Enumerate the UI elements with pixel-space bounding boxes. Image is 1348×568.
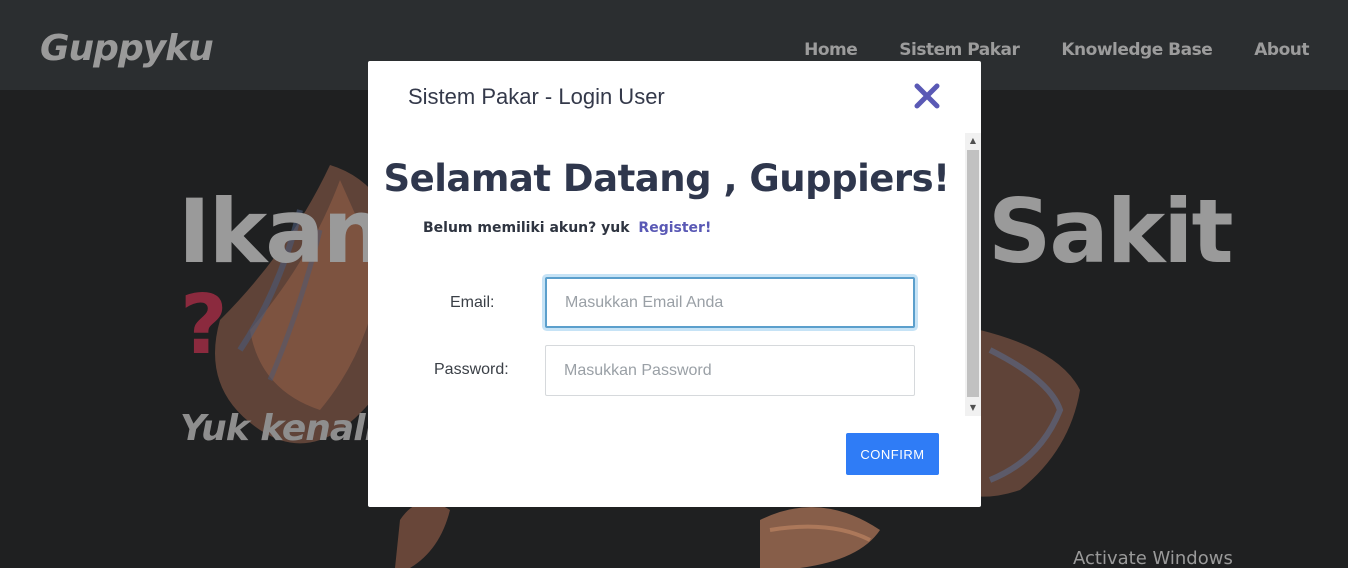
- brand-logo[interactable]: Guppyku: [40, 28, 214, 69]
- scroll-up-arrow-icon[interactable]: ▲: [965, 133, 981, 149]
- hero-title-left: Ikan: [178, 180, 385, 283]
- hero-question-mark: ?: [180, 278, 228, 373]
- password-label: Password:: [434, 361, 509, 378]
- welcome-heading: Selamat Datang , Guppiers!: [383, 157, 950, 200]
- register-prompt: Belum memiliki akun? yuk Register!: [423, 220, 711, 236]
- nav-link-home[interactable]: Home: [804, 40, 858, 60]
- nav-link-sistem-pakar[interactable]: Sistem Pakar: [899, 40, 1020, 60]
- hero-title-right: Sakit: [988, 180, 1234, 283]
- password-field[interactable]: [545, 345, 915, 396]
- modal-body: Selamat Datang , Guppiers! Belum memilik…: [368, 133, 981, 416]
- scroll-down-arrow-icon[interactable]: ▼: [965, 400, 981, 416]
- nav-link-about[interactable]: About: [1254, 40, 1309, 60]
- nav-links: Home Sistem Pakar Knowledge Base About: [804, 40, 1309, 60]
- register-prompt-text: Belum memiliki akun? yuk: [423, 220, 630, 236]
- scroll-thumb[interactable]: [967, 150, 979, 397]
- hero-title: Ikan Sakit: [178, 188, 1234, 276]
- login-modal: Sistem Pakar - Login User Selamat Datang…: [368, 61, 981, 507]
- close-icon[interactable]: [912, 81, 942, 111]
- modal-title: Sistem Pakar - Login User: [408, 84, 665, 109]
- activate-windows-watermark: Activate Windows: [1073, 548, 1233, 568]
- modal-scrollbar[interactable]: ▲ ▼: [965, 133, 981, 416]
- nav-link-knowledge-base[interactable]: Knowledge Base: [1061, 40, 1212, 60]
- register-link[interactable]: Register!: [638, 220, 711, 236]
- confirm-button[interactable]: CONFIRM: [846, 433, 939, 475]
- email-field[interactable]: [545, 277, 915, 328]
- email-label: Email:: [450, 294, 495, 311]
